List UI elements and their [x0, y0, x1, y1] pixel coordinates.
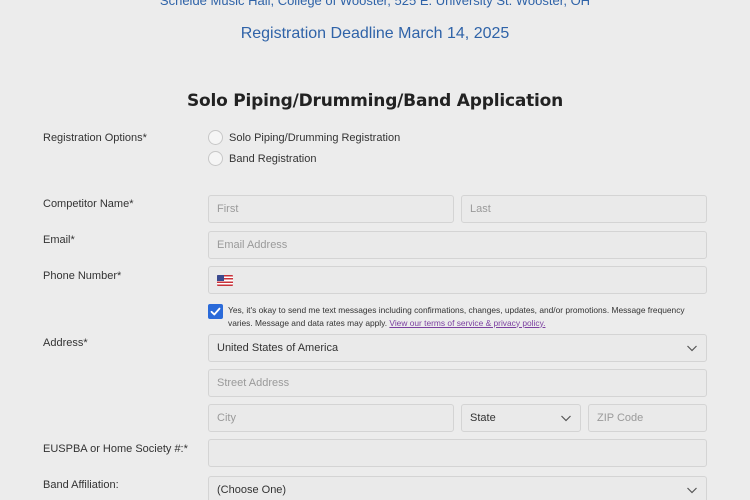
phone-input[interactable]: [208, 266, 707, 294]
radio-circle[interactable]: [208, 130, 223, 145]
chevron-down-icon: [687, 345, 697, 352]
radio-band-registration[interactable]: Band Registration: [208, 151, 316, 166]
first-name-input[interactable]: First: [208, 195, 454, 223]
chevron-down-icon: [687, 487, 697, 494]
venue-address: Scheide Music Hall, College of Wooster, …: [159, 0, 591, 8]
society-number-label: EUSPBA or Home Society #:*: [43, 443, 188, 455]
city-input[interactable]: City: [208, 404, 454, 432]
registration-options-label: Registration Options*: [43, 132, 147, 144]
competitor-name-label: Competitor Name*: [43, 198, 134, 210]
radio-circle[interactable]: [208, 151, 223, 166]
country-select[interactable]: United States of America: [208, 334, 707, 362]
society-number-input[interactable]: [208, 439, 707, 467]
terms-privacy-link[interactable]: View our terms of service & privacy poli…: [389, 318, 545, 328]
us-flag-icon[interactable]: [217, 274, 233, 286]
band-affiliation-select[interactable]: (Choose One): [208, 476, 707, 500]
radio-label: Band Registration: [229, 152, 317, 165]
band-affiliation-value: (Choose One): [217, 484, 287, 496]
email-label: Email*: [43, 234, 75, 246]
sms-consent-text: Yes, it's okay to send me text messages …: [228, 305, 685, 328]
address-label: Address*: [43, 337, 88, 349]
sms-consent-checkbox[interactable]: [208, 304, 223, 319]
chevron-down-icon: [561, 415, 571, 422]
last-name-input[interactable]: Last: [461, 195, 707, 223]
phone-label: Phone Number*: [43, 270, 122, 282]
state-select[interactable]: State: [461, 404, 581, 432]
radio-solo-registration[interactable]: Solo Piping/Drumming Registration: [208, 130, 400, 145]
band-affiliation-label: Band Affiliation:: [43, 479, 119, 491]
zip-code-input[interactable]: ZIP Code: [588, 404, 707, 432]
email-input[interactable]: Email Address: [208, 231, 707, 259]
street-address-input[interactable]: Street Address: [208, 369, 707, 397]
checkmark-icon: [210, 307, 221, 316]
state-value: State: [470, 412, 496, 424]
form-title: Solo Piping/Drumming/Band Application: [186, 91, 564, 111]
radio-label: Solo Piping/Drumming Registration: [229, 131, 401, 144]
country-value: United States of America: [217, 342, 339, 354]
registration-deadline: Registration Deadline March 14, 2025: [240, 25, 510, 42]
